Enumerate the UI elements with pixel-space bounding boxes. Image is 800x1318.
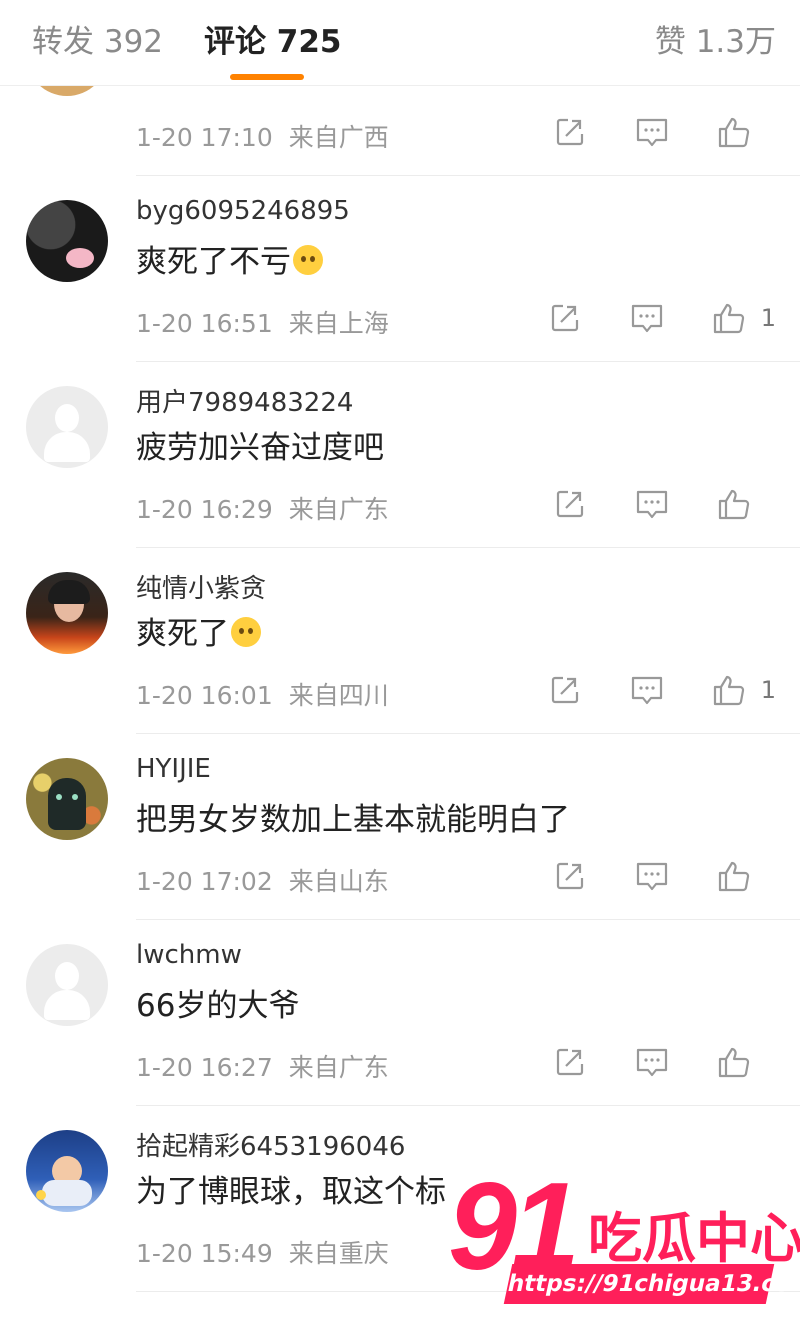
tab-comments[interactable]: 评论 725 <box>204 22 342 62</box>
repost-icon[interactable] <box>550 484 590 524</box>
reply-icon[interactable] <box>632 112 672 152</box>
like-icon[interactable] <box>709 670 749 710</box>
comment-text: 把男女岁数加上基本就能明白了 <box>136 802 570 838</box>
comment-location: 来自广东 <box>288 495 389 524</box>
comment-actions: 1 <box>503 670 776 710</box>
avatar[interactable] <box>26 200 108 282</box>
comment-meta: 1-20 16:27 来自广东 <box>136 1048 389 1084</box>
repost-icon[interactable] <box>545 670 585 710</box>
avatar[interactable] <box>26 1130 108 1212</box>
comment-time: 1-20 15:49 <box>136 1239 273 1268</box>
comment-tab-bar: 转发 392 评论 725 赞 1.3万 <box>0 0 800 86</box>
like-icon[interactable] <box>714 856 754 896</box>
comment-text: 爽死了不亏 <box>136 236 323 281</box>
comment-actions <box>508 112 776 152</box>
comment-username[interactable]: byg6095246895 <box>136 196 350 226</box>
watermark-name: 吃瓜中心 <box>588 1207 800 1270</box>
comment-text-content: 爽死了不亏 <box>136 244 291 280</box>
avatar[interactable] <box>26 758 108 840</box>
comment-username[interactable]: 拾起精彩6453196046 <box>136 1126 405 1163</box>
comment-username[interactable]: 用户7989483224 <box>136 382 353 419</box>
comment-item: byg6095246895 爽死了不亏 1-20 16:51 来自上海 1 <box>0 176 800 362</box>
comment-text-content: 爽死了 <box>136 616 229 652</box>
reply-icon[interactable] <box>632 1042 672 1082</box>
comment-meta: 1-20 17:10 来自广西 <box>136 118 389 154</box>
reply-icon[interactable] <box>627 670 667 710</box>
comment-location: 来自上海 <box>288 309 389 338</box>
repost-icon[interactable] <box>550 1042 590 1082</box>
comment-actions: 1 <box>503 298 776 338</box>
like-count: 1 <box>760 676 776 704</box>
tab-reposts[interactable]: 转发 392 <box>32 22 163 62</box>
comment-item: 用户7989483224 疲劳加兴奋过度吧 1-20 16:29 来自广东 <box>0 362 800 548</box>
comment-item: HYIJIE 把男女岁数加上基本就能明白了 1-20 17:02 来自山东 <box>0 734 800 920</box>
like-icon[interactable] <box>714 112 754 152</box>
comment-time: 1-20 16:51 <box>136 309 273 338</box>
like-icon[interactable] <box>714 1042 754 1082</box>
like-icon[interactable] <box>714 484 754 524</box>
comment-text: 为了博眼球，取这个标 <box>136 1174 446 1210</box>
comment-feed: 1-20 17:10 来自广西 byg6095246895 爽死了不亏 1-20… <box>0 0 800 1318</box>
comment-time: 1-20 16:27 <box>136 1053 273 1082</box>
like-count: 1 <box>760 304 776 332</box>
watermark-url: https://91chigua13.com <box>503 1264 800 1304</box>
comment-actions <box>508 1042 776 1082</box>
comment-meta: 1-20 15:49 来自重庆 <box>136 1234 389 1270</box>
comment-item: 纯情小紫贪 爽死了 1-20 16:01 来自四川 1 <box>0 548 800 734</box>
tab-likes[interactable]: 赞 1.3万 <box>655 22 776 62</box>
comment-actions <box>508 856 776 896</box>
comment-meta: 1-20 17:02 来自山东 <box>136 862 389 898</box>
comment-location: 来自山东 <box>288 867 389 896</box>
comment-time: 1-20 17:10 <box>136 123 273 152</box>
comment-meta: 1-20 16:51 来自上海 <box>136 304 389 340</box>
comment-time: 1-20 16:01 <box>136 681 273 710</box>
repost-icon[interactable] <box>550 856 590 896</box>
comment-username[interactable]: 纯情小紫贪 <box>136 568 266 605</box>
repost-icon[interactable] <box>550 112 590 152</box>
comment-time: 1-20 16:29 <box>136 495 273 524</box>
watermark-logo: 91 吃瓜中心 https://91chigua13.com <box>448 1162 800 1318</box>
comment-meta: 1-20 16:29 来自广东 <box>136 490 389 526</box>
comment-item: lwchmw 66岁的大爷 1-20 16:27 来自广东 <box>0 920 800 1106</box>
reply-icon[interactable] <box>632 856 672 896</box>
avatar[interactable] <box>26 944 108 1026</box>
repost-icon[interactable] <box>545 298 585 338</box>
comment-text: 疲劳加兴奋过度吧 <box>136 430 384 466</box>
crying-face-icon <box>293 245 323 275</box>
reply-icon[interactable] <box>627 298 667 338</box>
comment-location: 来自广东 <box>288 1053 389 1082</box>
reply-icon[interactable] <box>632 484 672 524</box>
like-icon[interactable] <box>709 298 749 338</box>
avatar[interactable] <box>26 572 108 654</box>
avatar[interactable] <box>26 386 108 468</box>
comment-location: 来自重庆 <box>288 1239 389 1268</box>
comment-actions <box>508 484 776 524</box>
comment-text: 66岁的大爷 <box>136 988 300 1024</box>
thinking-face-icon <box>231 617 261 647</box>
comment-username[interactable]: HYIJIE <box>136 754 211 784</box>
comment-location: 来自四川 <box>288 681 389 710</box>
comment-text: 爽死了 <box>136 608 261 653</box>
active-tab-indicator <box>230 74 304 80</box>
comment-username[interactable]: lwchmw <box>136 940 242 970</box>
comment-meta: 1-20 16:01 来自四川 <box>136 676 389 712</box>
comment-time: 1-20 17:02 <box>136 867 273 896</box>
comment-location: 来自广西 <box>288 123 389 152</box>
